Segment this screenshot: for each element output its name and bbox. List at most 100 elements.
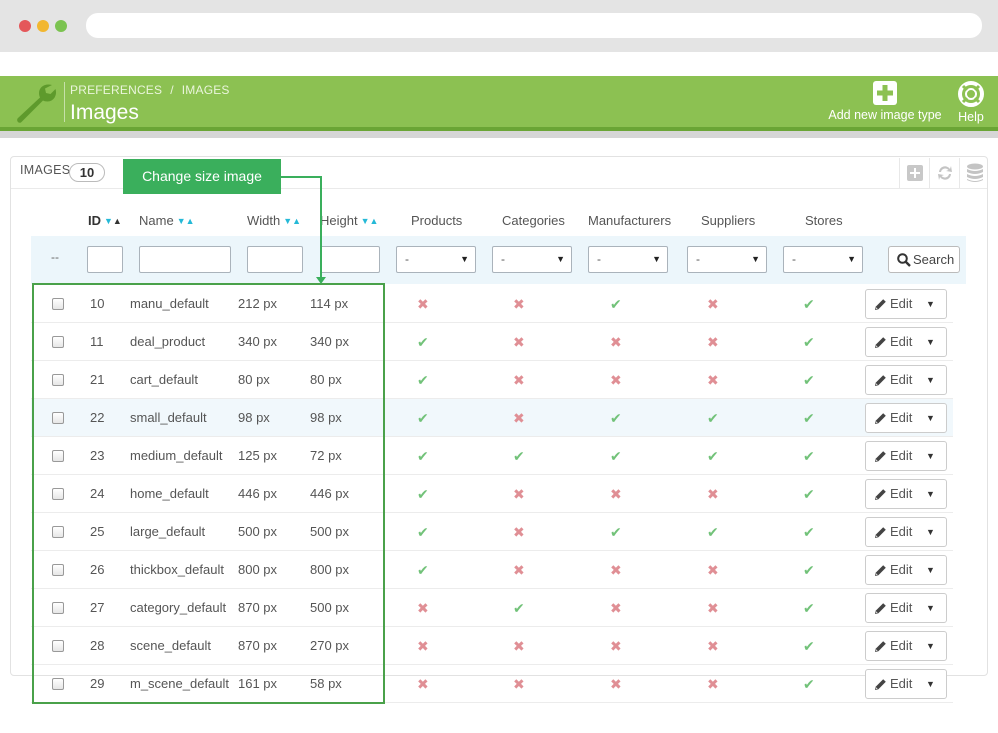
caret-down-icon[interactable]: ▼ xyxy=(926,328,935,356)
check-icon[interactable]: ✔ xyxy=(610,285,622,323)
cross-icon[interactable]: ✖ xyxy=(417,589,429,627)
cross-icon[interactable]: ✖ xyxy=(610,475,622,513)
row-checkbox[interactable] xyxy=(52,526,64,538)
cross-icon[interactable]: ✖ xyxy=(513,551,525,589)
filter-products-select[interactable]: - ▼ xyxy=(396,246,476,273)
caret-down-icon[interactable]: ▼ xyxy=(926,518,935,546)
check-icon[interactable]: ✔ xyxy=(803,285,815,323)
edit-button[interactable]: Edit ▼ xyxy=(865,593,947,623)
cross-icon[interactable]: ✖ xyxy=(610,551,622,589)
edit-button[interactable]: Edit ▼ xyxy=(865,289,947,319)
table-row[interactable]: 23 medium_default 125 px 72 px ✔ ✔ ✔ ✔ ✔ Edit ▼ xyxy=(31,437,953,475)
row-checkbox[interactable] xyxy=(52,298,64,310)
cross-icon[interactable]: ✖ xyxy=(417,285,429,323)
check-icon[interactable]: ✔ xyxy=(417,399,429,437)
check-icon[interactable]: ✔ xyxy=(803,361,815,399)
edit-button[interactable]: Edit ▼ xyxy=(865,441,947,471)
sort-arrows-icon[interactable]: ▼▲ xyxy=(177,216,195,226)
caret-down-icon[interactable]: ▼ xyxy=(926,290,935,318)
row-checkbox[interactable] xyxy=(52,602,64,614)
help-button[interactable]: Help xyxy=(953,81,989,124)
sort-arrows-icon[interactable]: ▼▲ xyxy=(104,216,122,226)
row-checkbox[interactable] xyxy=(52,640,64,652)
check-icon[interactable]: ✔ xyxy=(803,323,815,361)
table-row[interactable]: 24 home_default 446 px 446 px ✔ ✖ ✖ ✖ ✔ Edit ▼ xyxy=(31,475,953,513)
row-checkbox[interactable] xyxy=(52,488,64,500)
sort-arrows-icon[interactable]: ▼▲ xyxy=(361,216,379,226)
filter-suppliers-select[interactable]: - ▼ xyxy=(687,246,767,273)
cross-icon[interactable]: ✖ xyxy=(417,627,429,665)
caret-down-icon[interactable]: ▼ xyxy=(926,442,935,470)
cross-icon[interactable]: ✖ xyxy=(610,627,622,665)
check-icon[interactable]: ✔ xyxy=(417,551,429,589)
cross-icon[interactable]: ✖ xyxy=(707,665,719,703)
check-icon[interactable]: ✔ xyxy=(417,475,429,513)
cross-icon[interactable]: ✖ xyxy=(513,627,525,665)
table-row[interactable]: 26 thickbox_default 800 px 800 px ✔ ✖ ✖ ✖ ✔ Edit ▼ xyxy=(31,551,953,589)
caret-down-icon[interactable]: ▼ xyxy=(926,632,935,660)
filter-id-input[interactable] xyxy=(87,246,123,273)
cross-icon[interactable]: ✖ xyxy=(707,323,719,361)
row-checkbox[interactable] xyxy=(52,564,64,576)
search-button[interactable]: Search xyxy=(888,246,960,273)
table-row[interactable]: 10 manu_default 212 px 114 px ✖ ✖ ✔ ✖ ✔ Edit ▼ xyxy=(31,285,953,323)
cross-icon[interactable]: ✖ xyxy=(513,285,525,323)
filter-stores-select[interactable]: - ▼ xyxy=(783,246,863,273)
check-icon[interactable]: ✔ xyxy=(707,437,719,475)
breadcrumb-images[interactable]: IMAGES xyxy=(182,83,230,97)
column-header-width[interactable]: Width ▼▲ xyxy=(247,213,301,228)
edit-button[interactable]: Edit ▼ xyxy=(865,517,947,547)
cross-icon[interactable]: ✖ xyxy=(707,285,719,323)
check-icon[interactable]: ✔ xyxy=(803,475,815,513)
cross-icon[interactable]: ✖ xyxy=(610,589,622,627)
check-icon[interactable]: ✔ xyxy=(610,437,622,475)
check-icon[interactable]: ✔ xyxy=(417,323,429,361)
check-icon[interactable]: ✔ xyxy=(513,589,525,627)
row-checkbox[interactable] xyxy=(52,678,64,690)
filter-categories-select[interactable]: - ▼ xyxy=(492,246,572,273)
edit-button[interactable]: Edit ▼ xyxy=(865,669,947,699)
cross-icon[interactable]: ✖ xyxy=(610,361,622,399)
caret-down-icon[interactable]: ▼ xyxy=(926,670,935,698)
cross-icon[interactable]: ✖ xyxy=(707,551,719,589)
check-icon[interactable]: ✔ xyxy=(803,665,815,703)
check-icon[interactable]: ✔ xyxy=(803,627,815,665)
add-new-image-type-button[interactable]: Add new image type xyxy=(826,81,944,122)
edit-button[interactable]: Edit ▼ xyxy=(865,403,947,433)
table-row[interactable]: 28 scene_default 870 px 270 px ✖ ✖ ✖ ✖ ✔ Edit ▼ xyxy=(31,627,953,665)
cross-icon[interactable]: ✖ xyxy=(610,665,622,703)
table-row[interactable]: 22 small_default 98 px 98 px ✔ ✖ ✔ ✔ ✔ Edit ▼ xyxy=(31,399,953,437)
refresh-tool-button[interactable] xyxy=(929,158,959,188)
table-row[interactable]: 21 cart_default 80 px 80 px ✔ ✖ ✖ ✖ ✔ Edit ▼ xyxy=(31,361,953,399)
window-minimize-dot[interactable] xyxy=(37,20,49,32)
row-checkbox[interactable] xyxy=(52,450,64,462)
edit-button[interactable]: Edit ▼ xyxy=(865,479,947,509)
filter-height-input[interactable] xyxy=(320,246,380,273)
cross-icon[interactable]: ✖ xyxy=(417,665,429,703)
sort-arrows-icon[interactable]: ▼▲ xyxy=(283,216,301,226)
cross-icon[interactable]: ✖ xyxy=(707,361,719,399)
cross-icon[interactable]: ✖ xyxy=(513,323,525,361)
cross-icon[interactable]: ✖ xyxy=(513,361,525,399)
row-checkbox[interactable] xyxy=(52,374,64,386)
check-icon[interactable]: ✔ xyxy=(513,437,525,475)
filter-width-input[interactable] xyxy=(247,246,303,273)
caret-down-icon[interactable]: ▼ xyxy=(926,480,935,508)
cross-icon[interactable]: ✖ xyxy=(513,513,525,551)
check-icon[interactable]: ✔ xyxy=(610,399,622,437)
check-icon[interactable]: ✔ xyxy=(417,513,429,551)
caret-down-icon[interactable]: ▼ xyxy=(926,594,935,622)
url-bar[interactable] xyxy=(86,13,982,38)
caret-down-icon[interactable]: ▼ xyxy=(926,404,935,432)
check-icon[interactable]: ✔ xyxy=(417,361,429,399)
check-icon[interactable]: ✔ xyxy=(707,513,719,551)
cross-icon[interactable]: ✖ xyxy=(610,323,622,361)
cross-icon[interactable]: ✖ xyxy=(707,627,719,665)
table-row[interactable]: 25 large_default 500 px 500 px ✔ ✖ ✔ ✔ ✔ Edit ▼ xyxy=(31,513,953,551)
filter-manufacturers-select[interactable]: - ▼ xyxy=(588,246,668,273)
caret-down-icon[interactable]: ▼ xyxy=(926,366,935,394)
row-checkbox[interactable] xyxy=(52,412,64,424)
caret-down-icon[interactable]: ▼ xyxy=(926,556,935,584)
edit-button[interactable]: Edit ▼ xyxy=(865,327,947,357)
database-tool-button[interactable] xyxy=(959,158,989,188)
